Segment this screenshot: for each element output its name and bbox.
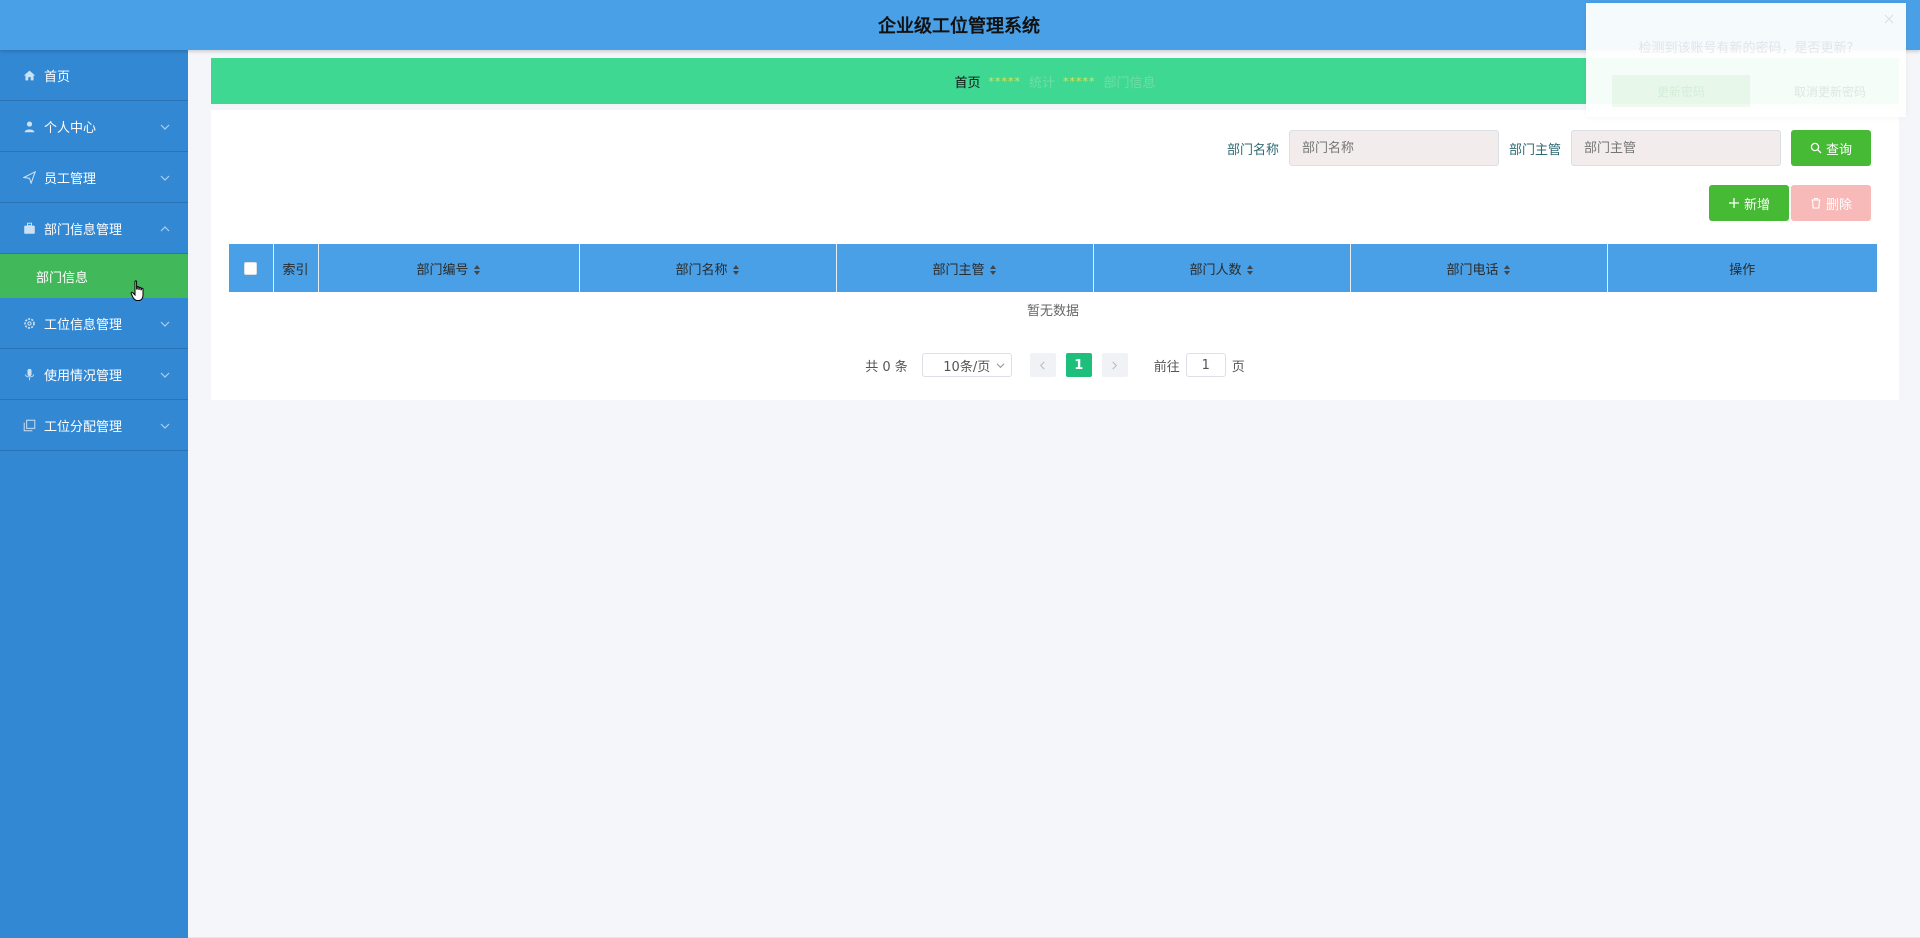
sidebar: 首页 个人中心 员工管理 部门信息管理 部门信息 工位信息管理 使用情况管理 工… bbox=[0, 50, 188, 938]
column-header-actions: 操作 bbox=[1607, 244, 1877, 292]
sidebar-item-label: 个人中心 bbox=[44, 120, 97, 136]
page-size-value: 10条/页 bbox=[943, 359, 991, 375]
select-all-header[interactable] bbox=[229, 244, 274, 292]
chevron-down-icon bbox=[160, 172, 170, 182]
notification-message: 检测到该账号有新的密码，是否更新? bbox=[1638, 41, 1854, 56]
query-button-label: 查询 bbox=[1825, 142, 1852, 158]
sidebar-item-usage-management[interactable]: 使用情况管理 bbox=[0, 349, 188, 400]
breadcrumb-home[interactable]: 首页 bbox=[954, 72, 980, 91]
app-title: 企业级工位管理系统 bbox=[878, 16, 1040, 37]
column-header-dept-phone[interactable]: 部门电话 bbox=[1350, 244, 1608, 292]
dept-manager-input[interactable] bbox=[1571, 130, 1781, 166]
dept-name-label: 部门名称 bbox=[1226, 142, 1279, 158]
column-header-dept-id[interactable]: 部门编号 bbox=[318, 244, 580, 292]
table-header-row: 索引 部门编号 部门名称 部门主管 部门人数 部门电话 操作 bbox=[229, 244, 1877, 292]
sidebar-item-label: 首页 bbox=[44, 69, 71, 85]
close-icon[interactable] bbox=[1884, 13, 1894, 24]
gear-icon bbox=[22, 316, 36, 330]
chevron-down-icon bbox=[160, 420, 170, 430]
sort-icon[interactable] bbox=[989, 264, 997, 276]
chevron-right-icon bbox=[1112, 361, 1118, 369]
send-icon bbox=[22, 170, 36, 184]
prev-page-button[interactable] bbox=[1029, 353, 1056, 377]
chevron-up-icon bbox=[160, 223, 170, 233]
password-update-notification: 检测到该账号有新的密码，是否更新? 更新密码 取消更新密码 bbox=[1586, 3, 1906, 117]
sidebar-item-home[interactable]: 首页 bbox=[0, 50, 188, 101]
sidebar-item-label: 员工管理 bbox=[44, 171, 97, 187]
sidebar-item-label: 使用情况管理 bbox=[44, 368, 123, 384]
query-button[interactable]: 查询 bbox=[1791, 130, 1871, 166]
content-panel: 部门名称 部门主管 查询 新增 删除 索引 bbox=[211, 110, 1899, 400]
select-all-checkbox[interactable] bbox=[244, 261, 258, 275]
column-header-dept-headcount[interactable]: 部门人数 bbox=[1093, 244, 1351, 292]
chevron-down-icon bbox=[160, 318, 170, 328]
main-content: 首页 ***** 统计 ***** 部门信息 部门名称 部门主管 查询 新增 删… bbox=[188, 50, 1920, 938]
sidebar-item-personal-center[interactable]: 个人中心 bbox=[0, 101, 188, 152]
sidebar-item-label: 工位信息管理 bbox=[44, 317, 123, 333]
add-button-label: 新增 bbox=[1743, 197, 1770, 213]
chevron-down-icon bbox=[160, 121, 170, 131]
column-header-dept-manager[interactable]: 部门主管 bbox=[836, 244, 1094, 292]
copy-icon bbox=[22, 418, 36, 432]
page-jumper: 前往 页 bbox=[1154, 353, 1245, 377]
chevron-down-icon bbox=[160, 369, 170, 379]
trash-icon bbox=[1811, 197, 1821, 209]
sort-icon[interactable] bbox=[1503, 264, 1511, 276]
dept-name-input[interactable] bbox=[1288, 130, 1499, 166]
action-buttons: 新增 删除 bbox=[1709, 185, 1871, 221]
breadcrumb-separator: ***** bbox=[1063, 74, 1096, 88]
update-password-button[interactable]: 更新密码 bbox=[1612, 75, 1750, 107]
chevron-down-icon bbox=[996, 362, 1005, 368]
department-table: 索引 部门编号 部门名称 部门主管 部门人数 部门电话 操作 bbox=[229, 244, 1877, 292]
pagination-total: 共 0 条 bbox=[865, 359, 908, 375]
sort-icon[interactable] bbox=[732, 264, 740, 276]
delete-button[interactable]: 删除 bbox=[1791, 185, 1871, 221]
dept-manager-label: 部门主管 bbox=[1508, 142, 1561, 158]
sidebar-subitem-label: 部门信息 bbox=[36, 270, 89, 286]
briefcase-icon bbox=[22, 221, 36, 235]
pagination: 共 0 条 10条/页 1 前往 页 bbox=[211, 353, 1899, 377]
plus-icon bbox=[1728, 198, 1739, 208]
empty-table-text: 暂无数据 bbox=[1026, 304, 1079, 319]
sort-icon[interactable] bbox=[473, 264, 481, 276]
mic-icon bbox=[22, 367, 36, 381]
page-size-select[interactable]: 10条/页 bbox=[921, 353, 1012, 377]
home-icon bbox=[22, 68, 36, 82]
breadcrumb-separator: ***** bbox=[988, 74, 1021, 88]
column-header-index: 索引 bbox=[273, 244, 319, 292]
delete-button-label: 删除 bbox=[1825, 197, 1852, 213]
goto-prefix: 前往 bbox=[1153, 359, 1180, 375]
sidebar-item-assignment-management[interactable]: 工位分配管理 bbox=[0, 400, 188, 451]
sidebar-item-workstation-management[interactable]: 工位信息管理 bbox=[0, 298, 188, 349]
sidebar-item-label: 工位分配管理 bbox=[44, 419, 123, 435]
sidebar-item-department-management[interactable]: 部门信息管理 bbox=[0, 203, 188, 254]
page-number-current[interactable]: 1 bbox=[1065, 353, 1092, 377]
cancel-update-password-button[interactable]: 取消更新密码 bbox=[1770, 75, 1890, 107]
search-bar: 部门名称 部门主管 查询 bbox=[1227, 130, 1871, 166]
goto-suffix: 页 bbox=[1231, 359, 1245, 375]
breadcrumb-level3: 部门信息 bbox=[1103, 75, 1156, 91]
column-header-dept-name[interactable]: 部门名称 bbox=[579, 244, 837, 292]
sidebar-subitem-department-info[interactable]: 部门信息 bbox=[0, 254, 188, 298]
breadcrumb-level2[interactable]: 统计 bbox=[1029, 72, 1055, 91]
add-button[interactable]: 新增 bbox=[1709, 185, 1789, 221]
user-icon bbox=[22, 119, 36, 133]
hand-cursor-icon bbox=[130, 280, 146, 302]
sort-icon[interactable] bbox=[1246, 264, 1254, 276]
chevron-left-icon bbox=[1040, 361, 1045, 369]
search-icon bbox=[1810, 142, 1822, 154]
goto-page-input[interactable] bbox=[1185, 353, 1226, 377]
next-page-button[interactable] bbox=[1101, 353, 1128, 377]
sidebar-item-employee-management[interactable]: 员工管理 bbox=[0, 152, 188, 203]
sidebar-item-label: 部门信息管理 bbox=[44, 222, 123, 238]
